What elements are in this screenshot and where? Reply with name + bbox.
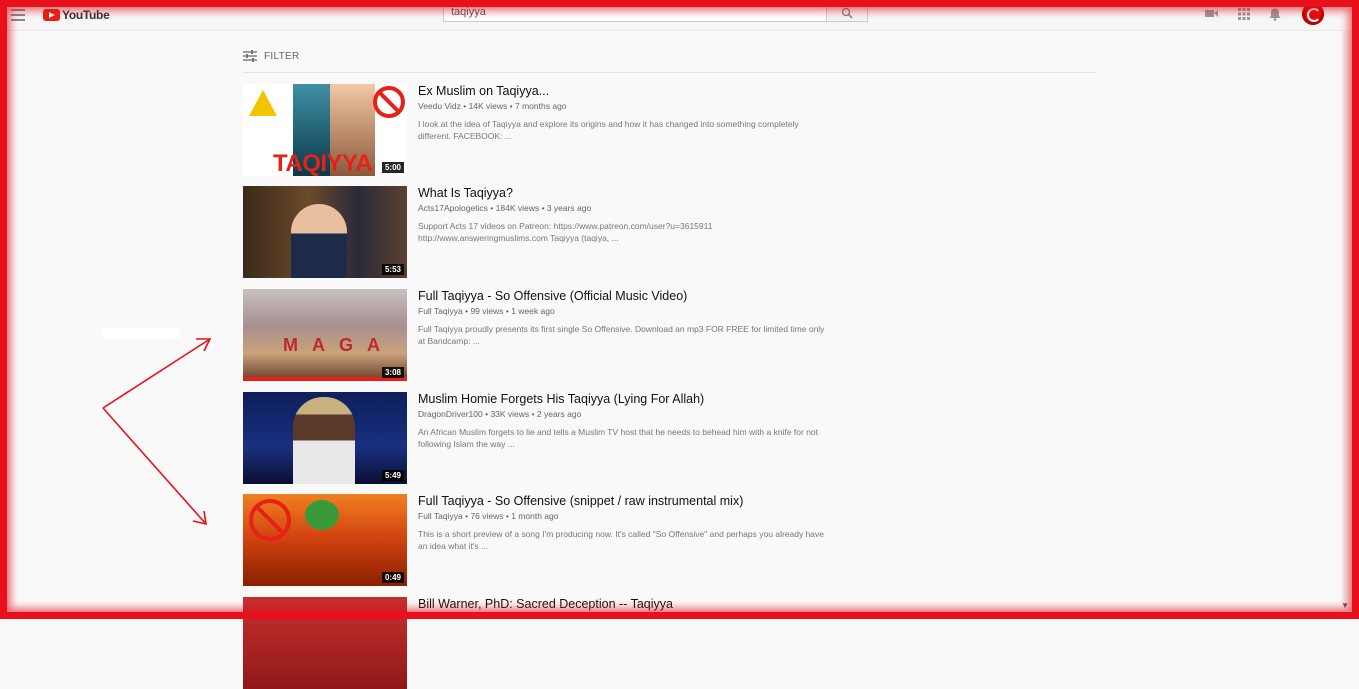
annotation-arrows — [102, 338, 212, 526]
arrow-down-right — [102, 407, 207, 525]
arrow-up-right — [102, 338, 211, 409]
